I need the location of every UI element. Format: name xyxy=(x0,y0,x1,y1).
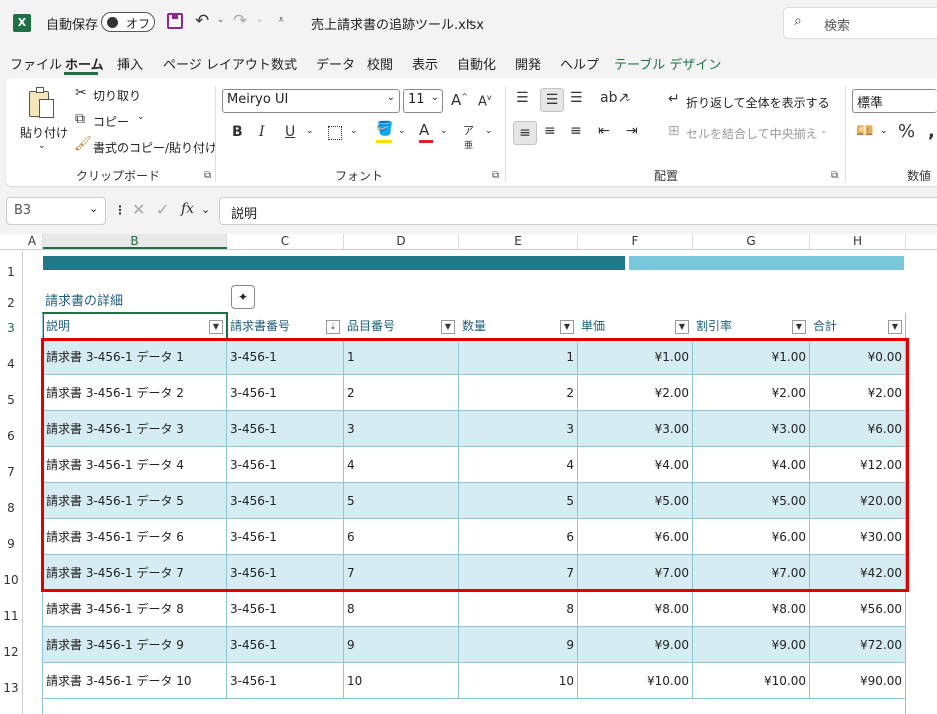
table-cell[interactable]: ¥90.00 xyxy=(810,663,906,699)
table-cell[interactable]: 請求書 3-456-1 データ 8 xyxy=(43,591,227,627)
table-cell[interactable]: ¥72.00 xyxy=(810,627,906,663)
active-cell-outline xyxy=(42,312,228,340)
table-cell[interactable]: 9 xyxy=(344,627,459,663)
table-cell[interactable]: ¥56.00 xyxy=(810,591,906,627)
table-cell[interactable]: 請求書 3-456-1 データ 10 xyxy=(43,663,227,699)
filter-dropdown-icon[interactable]: ▼ xyxy=(441,320,455,334)
filter-dropdown-icon[interactable]: ▼ xyxy=(675,320,689,334)
table-cell[interactable]: 請求書 3-456-1 データ 9 xyxy=(43,627,227,663)
table-row: 請求書 3-456-1 データ 10 3-456-1 10 10 ¥10.00 ¥10.0… xyxy=(43,663,906,699)
table-cell[interactable]: ¥8.00 xyxy=(578,591,693,627)
table-cell[interactable]: ¥10.00 xyxy=(578,663,693,699)
selection-highlight-box xyxy=(41,338,909,592)
table-cell[interactable]: ¥9.00 xyxy=(693,627,810,663)
filter-dropdown-icon[interactable]: ▼ xyxy=(792,320,806,334)
table-cell[interactable]: 9 xyxy=(459,627,578,663)
table-row: 請求書 3-456-1 データ 8 3-456-1 8 8 ¥8.00 ¥8.00 ¥56.… xyxy=(43,591,906,627)
sort-filter-icon[interactable]: ⇣ xyxy=(326,320,340,334)
table-cell[interactable]: 3-456-1 xyxy=(227,627,344,663)
table-cell[interactable]: 8 xyxy=(459,591,578,627)
table-cell[interactable]: 8 xyxy=(344,591,459,627)
table-cell[interactable]: 10 xyxy=(344,663,459,699)
table-row: 請求書 3-456-1 データ 9 3-456-1 9 9 ¥9.00 ¥9.00 ¥72.… xyxy=(43,627,906,663)
table-cell[interactable]: ¥8.00 xyxy=(693,591,810,627)
table-cell[interactable]: 3-456-1 xyxy=(227,591,344,627)
table-cell[interactable]: 3-456-1 xyxy=(227,663,344,699)
filter-dropdown-icon[interactable]: ▼ xyxy=(888,320,902,334)
table-cell[interactable]: ¥9.00 xyxy=(578,627,693,663)
table-cell[interactable]: ¥10.00 xyxy=(693,663,810,699)
filter-dropdown-icon[interactable]: ▼ xyxy=(560,320,574,334)
table-cell[interactable]: 10 xyxy=(459,663,578,699)
